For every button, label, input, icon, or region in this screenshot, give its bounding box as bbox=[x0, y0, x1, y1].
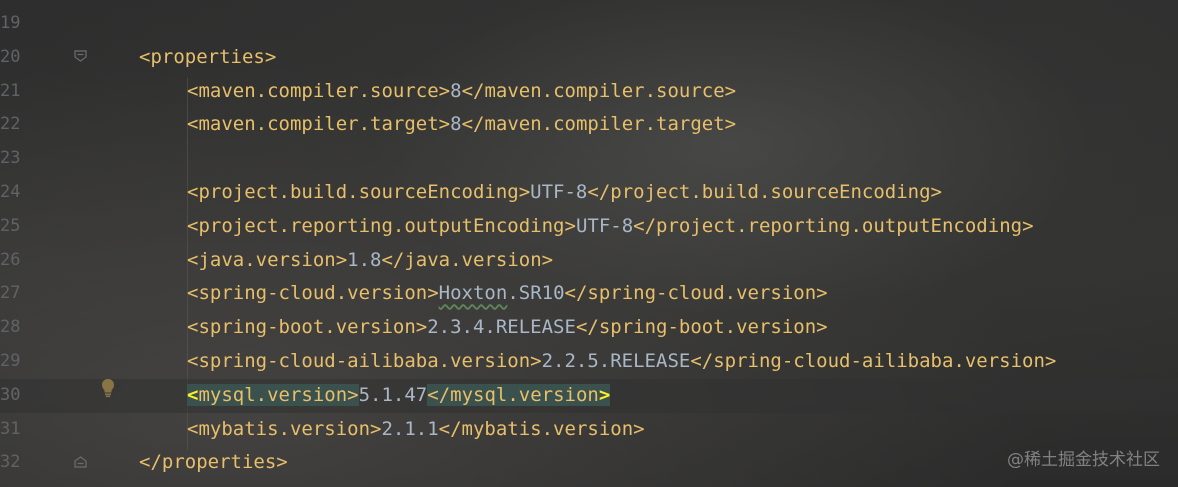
xml-value: 8 bbox=[450, 79, 462, 102]
brace-match-open: < bbox=[187, 383, 199, 406]
xml-close-tag: </project.reporting.outputEncoding> bbox=[633, 214, 1034, 237]
code-line[interactable]: <project.build.sourceEncoding>UTF-8</pro… bbox=[0, 176, 1178, 210]
xml-value: 2.2.5.RELEASE bbox=[541, 349, 691, 372]
xml-open-tag: <mybatis.version> bbox=[187, 417, 382, 440]
xml-close-tag: </project.build.sourceEncoding> bbox=[587, 180, 942, 203]
code-line[interactable]: <spring-cloud-ailibaba.version>2.2.5.REL… bbox=[0, 345, 1178, 379]
xml-open-tag: <java.version> bbox=[187, 248, 348, 271]
xml-close-tag-highlighted: </mysql.version bbox=[427, 383, 599, 406]
xml-open-tag: <project.build.sourceEncoding> bbox=[187, 180, 531, 203]
code-line[interactable] bbox=[0, 7, 1178, 41]
xml-open-tag: <project.reporting.outputEncoding> bbox=[187, 214, 576, 237]
xml-value: UTF-8 bbox=[575, 214, 634, 237]
code-line[interactable]: <spring-boot.version>2.3.4.RELEASE</spri… bbox=[0, 311, 1178, 345]
xml-open-tag: <maven.compiler.target> bbox=[187, 113, 451, 136]
code-line[interactable]: <maven.compiler.target>8</maven.compiler… bbox=[0, 108, 1178, 142]
xml-value: 2.1.1 bbox=[381, 417, 439, 440]
xml-close-tag: </mybatis.version> bbox=[438, 417, 645, 440]
code-area[interactable]: <properties> <maven.compiler.source>8</m… bbox=[0, 7, 1178, 480]
xml-value: 8 bbox=[450, 113, 462, 136]
code-line[interactable]: <java.version>1.8</java.version> bbox=[0, 244, 1178, 278]
code-line[interactable]: <properties> bbox=[0, 41, 1178, 75]
xml-close-tag: </properties> bbox=[139, 451, 288, 474]
code-line[interactable] bbox=[0, 142, 1178, 176]
xml-open-tag: <maven.compiler.source> bbox=[187, 79, 451, 102]
xml-value: .SR10 bbox=[507, 282, 565, 305]
xml-open-tag-highlighted: mysql.version> bbox=[198, 383, 359, 406]
xml-value: 2.3.4.RELEASE bbox=[427, 316, 576, 339]
code-line-current[interactable]: <mysql.version>5.1.47</mysql.version> bbox=[0, 378, 1178, 413]
xml-value: UTF-8 bbox=[530, 180, 588, 203]
xml-close-tag: </java.version> bbox=[381, 248, 554, 271]
xml-value-spellcheck[interactable]: Hoxton bbox=[439, 282, 508, 304]
watermark: @稀土掘金技术社区 bbox=[1007, 450, 1160, 470]
xml-value: 1.8 bbox=[347, 248, 382, 271]
xml-open-tag: <spring-boot.version> bbox=[187, 316, 428, 339]
brace-match-close: > bbox=[598, 383, 611, 406]
xml-close-tag: </spring-cloud-ailibaba.version> bbox=[690, 349, 1057, 372]
xml-value: 5.1.47 bbox=[358, 383, 428, 406]
code-line[interactable]: <spring-cloud.version>Hoxton.SR10</sprin… bbox=[0, 277, 1178, 311]
xml-close-tag: </maven.compiler.source> bbox=[461, 79, 737, 102]
code-line[interactable]: <mybatis.version>2.1.1</mybatis.version> bbox=[0, 413, 1178, 447]
code-line[interactable]: <maven.compiler.source>8</maven.compiler… bbox=[0, 75, 1178, 109]
xml-open-tag: <properties> bbox=[139, 45, 277, 68]
xml-close-tag: </maven.compiler.target> bbox=[461, 113, 737, 136]
xml-close-tag: </spring-boot.version> bbox=[575, 316, 828, 339]
xml-open-tag: <spring-cloud.version> bbox=[187, 282, 439, 305]
xml-open-tag: <spring-cloud-ailibaba.version> bbox=[187, 349, 542, 372]
code-line[interactable]: </properties> bbox=[0, 446, 1178, 480]
code-line[interactable]: <project.reporting.outputEncoding>UTF-8<… bbox=[0, 210, 1178, 244]
code-editor[interactable]: 19 20 21 22 23 24 25 26 27 28 29 30 31 3… bbox=[0, 0, 1178, 487]
xml-close-tag: </spring-cloud.version> bbox=[564, 282, 828, 305]
